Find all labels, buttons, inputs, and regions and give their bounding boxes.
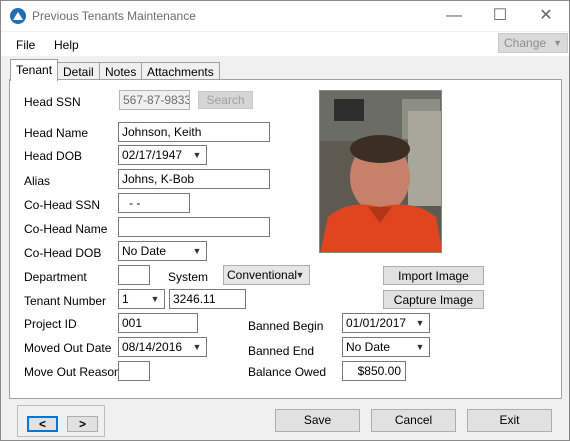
balance-owed-field[interactable]: $850.00 <box>342 361 406 381</box>
change-label: Change <box>504 36 547 50</box>
chevron-down-icon: ▼ <box>192 246 202 256</box>
search-button[interactable]: Search <box>198 91 253 109</box>
title-bar: Previous Tenants Maintenance — ☐ ✕ <box>1 1 569 31</box>
alias-field[interactable]: Johns, K-Bob <box>118 169 270 189</box>
chevron-down-icon: ▼ <box>192 150 202 160</box>
alias-label: Alias <box>24 174 51 188</box>
minimize-icon[interactable]: — <box>431 1 477 31</box>
save-button[interactable]: Save <box>275 409 360 432</box>
app-logo-icon <box>10 8 26 24</box>
cohead-name-field[interactable] <box>118 217 270 237</box>
tab-tenant[interactable]: Tenant <box>10 59 59 81</box>
previous-tenants-window: Previous Tenants Maintenance — ☐ ✕ File … <box>0 0 570 441</box>
tenant-photo <box>319 90 442 253</box>
cohead-ssn-field[interactable]: - - <box>118 193 190 213</box>
head-dob-label: Head DOB <box>24 149 83 163</box>
banned-begin-label: Banned Begin <box>248 319 324 333</box>
head-dob-picker[interactable]: 02/17/1947 ▼ <box>118 145 207 165</box>
tenant-number-prefix-select[interactable]: 1 ▼ <box>118 289 165 309</box>
change-dropdown[interactable]: Change ▼ <box>498 33 568 53</box>
project-id-field[interactable]: 001 <box>118 313 198 333</box>
tenant-number-field[interactable]: 3246.11 <box>169 289 246 309</box>
project-id-label: Project ID <box>24 317 77 331</box>
menu-bar: File Help Change ▼ <box>1 32 569 56</box>
banned-end-value: No Date <box>346 340 391 354</box>
tab-detail[interactable]: Detail <box>57 62 100 80</box>
tenant-number-label: Tenant Number <box>24 294 107 308</box>
moved-out-date-label: Moved Out Date <box>24 341 112 355</box>
cohead-ssn-label: Co-Head SSN <box>24 198 101 212</box>
tab-notes[interactable]: Notes <box>99 62 143 80</box>
cohead-dob-value: No Date <box>122 244 167 258</box>
chevron-down-icon: ▼ <box>415 318 425 328</box>
department-field[interactable] <box>118 265 150 285</box>
tenant-tab-panel: Head SSN 567-87-9833 Search Head Name Jo… <box>9 79 562 399</box>
moved-out-date-picker[interactable]: 08/14/2016 ▼ <box>118 337 207 357</box>
cancel-button[interactable]: Cancel <box>371 409 456 432</box>
banned-begin-value: 01/01/2017 <box>346 316 407 330</box>
chevron-down-icon: ▼ <box>415 342 425 352</box>
head-ssn-label: Head SSN <box>24 95 81 109</box>
chevron-down-icon: ▼ <box>295 270 305 280</box>
system-value: Conventional <box>227 268 298 282</box>
next-record-button[interactable]: > <box>67 416 98 432</box>
tenant-photo-image <box>320 91 441 252</box>
exit-button[interactable]: Exit <box>467 409 552 432</box>
cohead-dob-label: Co-Head DOB <box>24 246 102 260</box>
cohead-name-label: Co-Head Name <box>24 222 108 236</box>
head-name-label: Head Name <box>24 126 89 140</box>
tab-attachments[interactable]: Attachments <box>141 62 220 80</box>
menu-help[interactable]: Help <box>54 38 79 52</box>
moved-out-date-value: 08/14/2016 <box>122 340 183 354</box>
banned-end-label: Banned End <box>248 344 315 358</box>
chevron-down-icon: ▼ <box>192 342 202 352</box>
head-dob-value: 02/17/1947 <box>122 148 183 162</box>
balance-owed-label: Balance Owed <box>248 365 327 379</box>
capture-image-button[interactable]: Capture Image <box>383 290 484 309</box>
tenant-number-prefix: 1 <box>122 292 129 306</box>
maximize-icon[interactable]: ☐ <box>477 1 523 31</box>
move-out-reason-label: Move Out Reason <box>24 365 121 379</box>
menu-file[interactable]: File <box>16 38 35 52</box>
cohead-dob-picker[interactable]: No Date ▼ <box>118 241 207 261</box>
chevron-down-icon: ▼ <box>553 38 562 48</box>
chevron-down-icon: ▼ <box>150 294 160 304</box>
window-title: Previous Tenants Maintenance <box>32 9 196 23</box>
move-out-reason-field[interactable] <box>118 361 150 381</box>
head-ssn-field[interactable]: 567-87-9833 <box>119 90 190 110</box>
import-image-button[interactable]: Import Image <box>383 266 484 285</box>
close-icon[interactable]: ✕ <box>523 1 569 31</box>
banned-end-picker[interactable]: No Date ▼ <box>342 337 430 357</box>
head-name-field[interactable]: Johnson, Keith <box>118 122 270 142</box>
record-navigation: < > <box>17 405 105 437</box>
previous-record-button[interactable]: < <box>27 416 58 432</box>
system-select[interactable]: Conventional ▼ <box>223 265 310 285</box>
department-label: Department <box>24 270 87 284</box>
system-label: System <box>168 270 209 284</box>
banned-begin-picker[interactable]: 01/01/2017 ▼ <box>342 313 430 333</box>
